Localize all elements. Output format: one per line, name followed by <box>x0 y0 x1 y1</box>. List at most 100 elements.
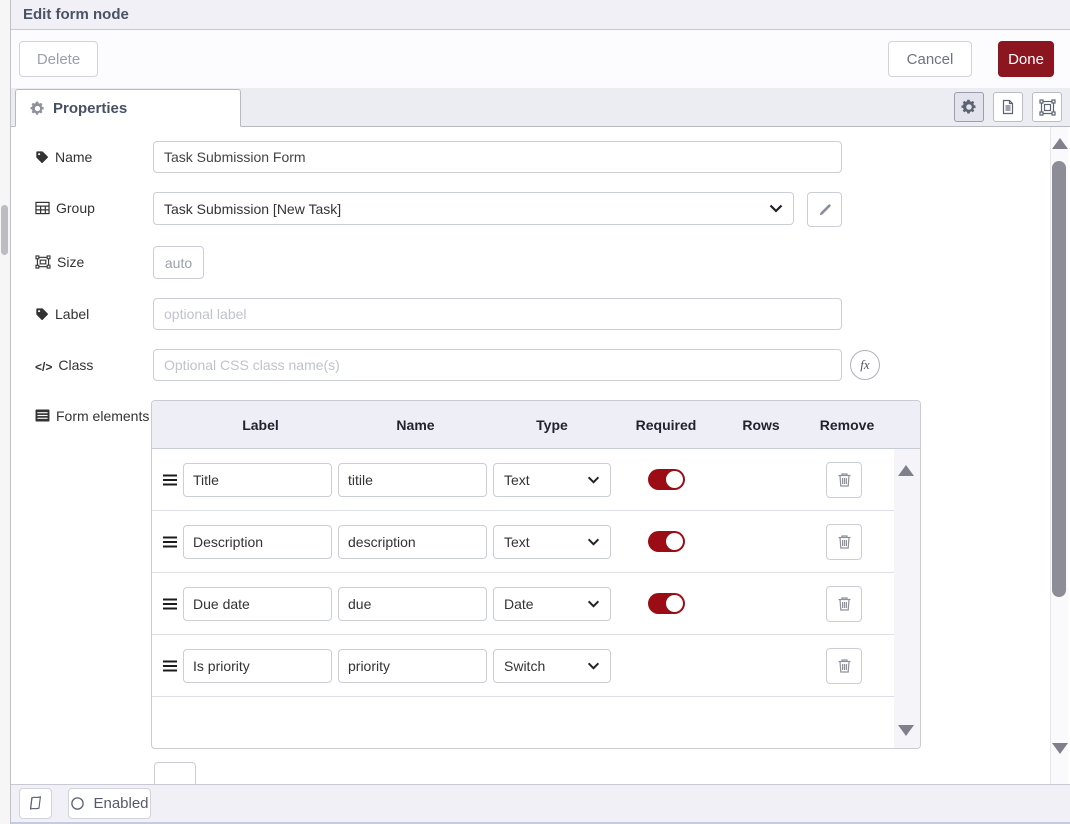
element-name-input[interactable] <box>338 649 487 683</box>
dialog-toolbar: Delete Cancel Done <box>11 30 1070 88</box>
scroll-up-icon[interactable] <box>898 465 914 476</box>
element-label-input[interactable] <box>183 463 332 497</box>
column-header-type: Type <box>493 417 611 433</box>
element-label-input[interactable] <box>183 525 332 559</box>
required-toggle[interactable] <box>648 593 685 614</box>
form-element-row: Date <box>152 573 894 635</box>
form-elements-table: LabelNameTypeRequiredRowsRemove Text <box>151 400 921 749</box>
main-scrollbar[interactable] <box>1050 127 1068 784</box>
class-field-label: </> Class <box>35 349 153 381</box>
scroll-up-icon[interactable] <box>1052 138 1068 149</box>
required-toggle[interactable] <box>648 469 685 490</box>
group-field-row: Group Task Submission [New Task] <box>35 192 1070 227</box>
column-header-rows: Rows <box>721 417 801 433</box>
properties-tab-button[interactable] <box>954 92 984 122</box>
form-elements-header: LabelNameTypeRequiredRowsRemove <box>152 401 920 449</box>
scrollbar-thumb[interactable] <box>1052 161 1066 597</box>
size-field-row: Size auto <box>35 246 1070 279</box>
edit-form-node-dialog: Edit form node Delete Cancel Done Proper… <box>10 0 1070 824</box>
done-button[interactable]: Done <box>998 41 1054 77</box>
fx-icon[interactable]: fx <box>850 350 880 380</box>
tab-properties[interactable]: Properties <box>15 89 241 127</box>
chevron-down-icon <box>769 204 783 213</box>
element-name-input[interactable] <box>338 525 487 559</box>
code-icon: </> <box>35 358 52 377</box>
cancel-button[interactable]: Cancel <box>888 41 972 77</box>
element-type-select[interactable]: Switch <box>493 649 611 683</box>
scroll-down-icon[interactable] <box>898 725 914 736</box>
element-name-input[interactable] <box>338 463 487 497</box>
column-header-remove: Remove <box>801 417 893 433</box>
chevron-down-icon <box>587 538 600 546</box>
group-field-label: Group <box>35 192 153 227</box>
list-box-icon <box>35 409 50 422</box>
tray-resize-handle[interactable] <box>1 205 8 255</box>
class-field-row: </> Class fx <box>35 349 1070 381</box>
group-select[interactable]: Task Submission [New Task] <box>153 192 794 225</box>
delete-button[interactable]: Delete <box>19 41 98 77</box>
trash-icon <box>837 472 852 488</box>
drag-handle-icon[interactable] <box>162 535 178 549</box>
description-tab-button[interactable] <box>993 92 1023 122</box>
properties-panel: Name Group Task Submission [New Task] <box>11 127 1070 784</box>
label-field-label: Label <box>35 298 153 330</box>
element-label-input[interactable] <box>183 587 332 621</box>
table-icon <box>35 201 50 215</box>
dialog-title: Edit form node <box>23 6 129 23</box>
element-type-select[interactable]: Text <box>493 525 611 559</box>
gear-icon <box>961 99 977 115</box>
object-group-icon <box>35 255 51 269</box>
element-label-input[interactable] <box>183 649 332 683</box>
pencil-icon <box>818 203 832 217</box>
class-input[interactable] <box>153 349 842 381</box>
form-elements-rows: Text Text <box>152 449 894 748</box>
tab-action-buttons <box>954 92 1062 122</box>
delete-element-button[interactable] <box>826 648 862 684</box>
form-element-row: Text <box>152 449 894 511</box>
delete-element-button[interactable] <box>826 462 862 498</box>
appearance-tab-button[interactable] <box>1032 92 1062 122</box>
add-element-button[interactable] <box>154 762 196 784</box>
delete-element-button[interactable] <box>826 524 862 560</box>
node-info-button[interactable] <box>19 788 52 819</box>
circle-icon <box>70 796 85 811</box>
required-toggle[interactable] <box>648 531 685 552</box>
element-type-select[interactable]: Text <box>493 463 611 497</box>
document-icon <box>1000 99 1016 115</box>
chevron-down-icon <box>587 662 600 670</box>
dialog-footer: Enabled <box>11 784 1070 824</box>
column-header-name: Name <box>338 417 493 433</box>
element-type-select[interactable]: Date <box>493 587 611 621</box>
column-header-label: Label <box>183 417 338 433</box>
element-name-input[interactable] <box>338 587 487 621</box>
size-field-label: Size <box>35 246 153 279</box>
form-elements-body: Text Text <box>152 449 920 748</box>
scroll-down-icon[interactable] <box>1052 743 1068 754</box>
form-element-row: Text <box>152 511 894 573</box>
delete-element-button[interactable] <box>826 586 862 622</box>
drag-handle-icon[interactable] <box>162 473 178 487</box>
enabled-label: Enabled <box>93 795 148 812</box>
tab-properties-label: Properties <box>53 100 127 117</box>
size-button[interactable]: auto <box>153 246 204 279</box>
tab-bar: Properties <box>11 88 1070 127</box>
label-input[interactable] <box>153 298 842 330</box>
edit-group-button[interactable] <box>807 192 842 227</box>
enabled-toggle-button[interactable]: Enabled <box>68 788 151 819</box>
trash-icon <box>837 596 852 612</box>
object-group-icon <box>1039 99 1056 116</box>
form-elements-field-row: Form elements LabelNameTypeRequiredRowsR… <box>35 400 1070 749</box>
table-scrollbar[interactable] <box>894 449 920 748</box>
name-input[interactable] <box>153 141 842 173</box>
label-field-row: Label <box>35 298 1070 330</box>
drag-handle-icon[interactable] <box>162 597 178 611</box>
trash-icon <box>837 534 852 550</box>
name-field-row: Name <box>35 141 1070 173</box>
chevron-down-icon <box>587 600 600 608</box>
tag-icon <box>35 150 49 164</box>
chevron-down-icon <box>587 476 600 484</box>
form-element-row: Switch <box>152 635 894 697</box>
tray-resize-strip[interactable] <box>0 0 10 824</box>
drag-handle-icon[interactable] <box>162 659 178 673</box>
name-field-label: Name <box>35 141 153 173</box>
